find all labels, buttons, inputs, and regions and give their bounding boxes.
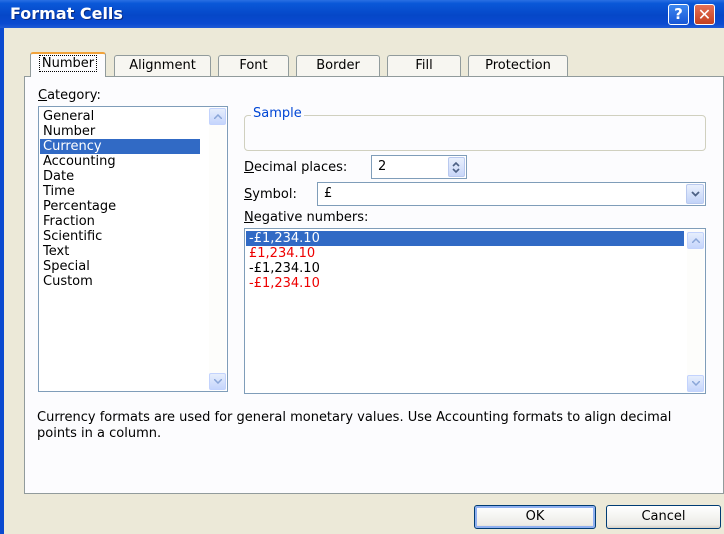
category-label: Category: — [38, 88, 101, 103]
negative-format-item[interactable]: -£1,234.10 — [246, 261, 684, 276]
ok-button[interactable]: OK — [474, 505, 596, 529]
title-bar[interactable]: Format Cells ? ✕ — [0, 0, 724, 28]
category-item-text[interactable]: Text — [40, 244, 200, 259]
decimal-places-value[interactable]: 2 — [378, 159, 386, 174]
window-border — [0, 28, 4, 534]
scroll-up-arrow-icon[interactable] — [209, 108, 226, 125]
symbol-label: Symbol: — [244, 187, 297, 202]
category-item-fraction[interactable]: Fraction — [40, 214, 200, 229]
negative-format-item[interactable]: £1,234.10 — [246, 246, 684, 261]
decimal-places-label: Decimal places: — [244, 160, 348, 175]
negative-format-item[interactable]: -£1,234.10 — [246, 231, 684, 246]
negative-numbers-list[interactable]: -£1,234.10 £1,234.10 -£1,234.10 -£1,234.… — [244, 228, 706, 394]
tab-number[interactable]: Number — [30, 52, 106, 77]
spin-up-down-icon[interactable] — [448, 158, 465, 176]
sample-group: Sample — [244, 106, 706, 151]
symbol-value: £ — [324, 186, 333, 201]
sample-legend: Sample — [251, 106, 304, 121]
category-list[interactable]: General Number Currency Accounting Date … — [38, 106, 228, 392]
category-item-accounting[interactable]: Accounting — [40, 154, 200, 169]
close-button[interactable]: ✕ — [694, 4, 715, 25]
dropdown-arrow-icon[interactable] — [686, 184, 704, 204]
window-title: Format Cells — [10, 4, 123, 23]
category-item-number[interactable]: Number — [40, 124, 200, 139]
category-item-percentage[interactable]: Percentage — [40, 199, 200, 214]
tab-fill[interactable]: Fill — [387, 55, 461, 76]
category-scrollbar[interactable] — [209, 108, 226, 390]
tab-protection[interactable]: Protection — [468, 55, 568, 76]
scroll-down-arrow-icon[interactable] — [209, 373, 226, 390]
spinner-buttons[interactable] — [448, 157, 465, 177]
tab-alignment[interactable]: Alignment — [114, 55, 211, 76]
decimal-places-spinner[interactable]: 2 — [371, 155, 467, 179]
scroll-down-arrow-icon[interactable] — [687, 375, 704, 392]
category-item-general[interactable]: General — [40, 109, 200, 124]
category-item-custom[interactable]: Custom — [40, 274, 200, 289]
category-item-special[interactable]: Special — [40, 259, 200, 274]
category-item-currency[interactable]: Currency — [40, 139, 200, 154]
help-button[interactable]: ? — [668, 4, 689, 25]
negative-numbers-label: Negative numbers: — [244, 210, 369, 225]
tab-border[interactable]: Border — [296, 55, 380, 76]
category-item-date[interactable]: Date — [40, 169, 200, 184]
format-description: Currency formats are used for general mo… — [37, 410, 672, 441]
negative-numbers-scrollbar[interactable] — [687, 230, 704, 392]
scroll-up-arrow-icon[interactable] — [687, 232, 704, 249]
symbol-dropdown[interactable]: £ — [317, 182, 706, 206]
cancel-button[interactable]: Cancel — [606, 505, 721, 529]
category-item-scientific[interactable]: Scientific — [40, 229, 200, 244]
tab-font[interactable]: Font — [218, 55, 289, 76]
category-item-time[interactable]: Time — [40, 184, 200, 199]
negative-format-item[interactable]: -£1,234.10 — [246, 276, 684, 291]
